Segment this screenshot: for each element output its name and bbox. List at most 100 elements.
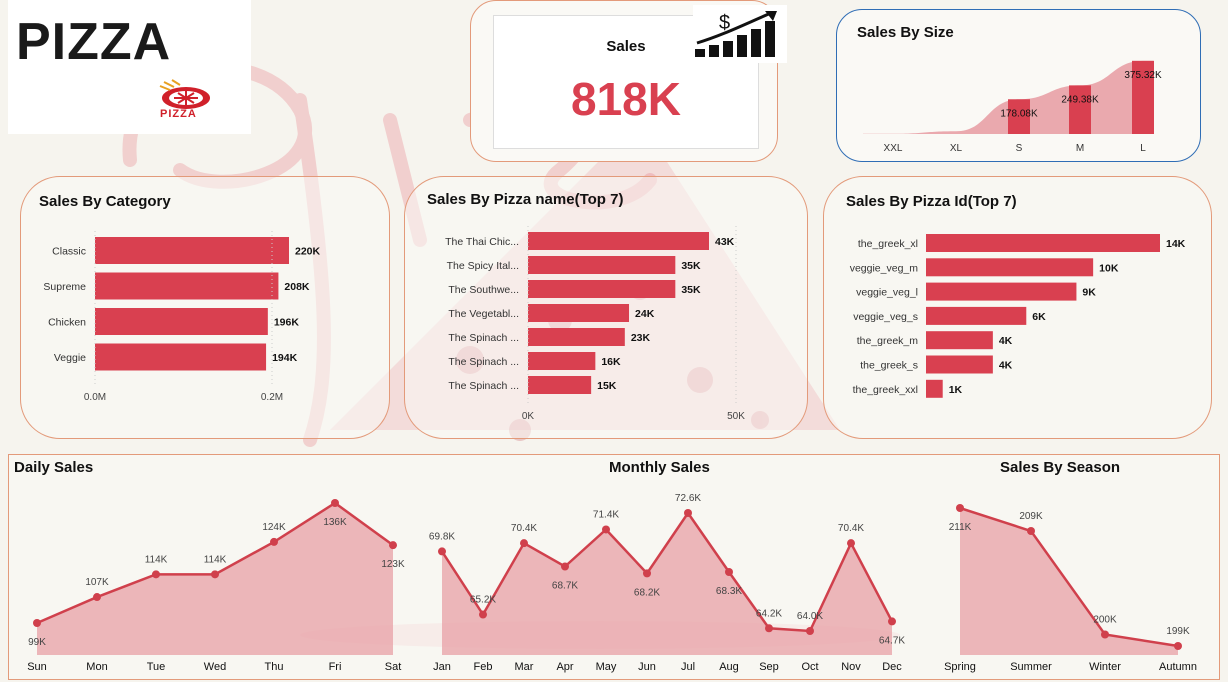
bar-3 — [926, 306, 1027, 325]
monthly-data-label: 70.4K — [511, 523, 537, 534]
bar-category-label: the_greek_s — [860, 360, 918, 372]
monthly-point — [643, 569, 651, 578]
bar-3 — [528, 304, 630, 322]
monthly-tick-label: Sep — [759, 661, 779, 673]
bar-category-label: The Spicy Ital... — [447, 260, 519, 272]
sales-by-pizza-name-card: Sales By Pizza name(Top 7) The Thai Chic… — [404, 176, 808, 439]
bar-data-label: 1K — [949, 384, 963, 396]
monthly-tick-label: Feb — [474, 661, 493, 673]
bar-0 — [528, 232, 709, 250]
bar-category-label: veggie_veg_s — [853, 311, 918, 323]
bar-4 — [926, 331, 993, 350]
bar-data-label: 10K — [1099, 262, 1119, 274]
daily-point — [389, 541, 397, 550]
size-tick-label: M — [1076, 143, 1084, 154]
monthly-point — [725, 568, 733, 576]
monthly-tick-label: May — [596, 661, 617, 673]
bar-category-label: veggie_veg_l — [856, 287, 918, 299]
monthly-data-label: 71.4K — [593, 509, 619, 520]
daily-point — [93, 593, 101, 602]
bar-category-label: Supreme — [43, 281, 86, 293]
monthly-point — [520, 539, 528, 548]
bar-category-label: The Spinach ... — [448, 380, 519, 392]
bar-data-label: 14K — [1166, 238, 1186, 250]
time-series-charts: 99K Sun 107K Mon 114K Tue 114K Wed 124K Thu 136K Fr… — [27, 493, 1197, 673]
daily-tick-label: Fri — [329, 661, 342, 673]
season-point — [956, 504, 964, 512]
daily-point — [33, 619, 41, 627]
bar-data-label: 4K — [999, 360, 1013, 372]
category-chart: Classic 220K Supreme 208K Chicken 196K Veggie 1… — [43, 231, 321, 403]
daily-tick-label: Sun — [27, 661, 47, 673]
bar-data-label: 24K — [635, 308, 655, 320]
monthly-data-label: 64.0K — [797, 611, 823, 622]
daily-data-label: 136K — [323, 517, 347, 528]
season-area — [960, 508, 1178, 655]
sales-by-size-card: Sales By Size XXL XL 178.08K S 249.38K M 375.3… — [836, 9, 1201, 162]
bar-2 — [528, 280, 676, 298]
bar-data-label: 43K — [715, 236, 735, 248]
bar-data-label: 4K — [999, 335, 1013, 347]
bar-1 — [528, 256, 676, 274]
season-point — [1174, 642, 1182, 650]
monthly-data-label: 72.6K — [675, 493, 701, 504]
bar-category-label: The Spinach ... — [448, 332, 519, 344]
daily-tick-label: Tue — [147, 661, 166, 673]
time-series-card: Daily Sales Monthly Sales Sales By Seaso… — [8, 454, 1220, 680]
bar-category-label: Chicken — [48, 317, 86, 329]
size-chart: XXL XL 178.08K S 249.38K M 375.32K L — [863, 60, 1162, 154]
monthly-point — [765, 624, 773, 633]
bar-2 — [926, 282, 1077, 301]
season-data-label: 200K — [1093, 615, 1117, 626]
monthly-tick-label: Aug — [719, 661, 739, 673]
daily-data-label: 123K — [381, 559, 405, 570]
monthly-data-label: 68.7K — [552, 581, 578, 592]
bar-data-label: 16K — [601, 356, 621, 368]
brand-sub-label: PIZZA — [160, 108, 197, 120]
bar-category-label: The Vegetabl... — [448, 308, 519, 320]
daily-point — [270, 537, 278, 546]
axis-tick-label: 0K — [522, 411, 535, 422]
size-tick-label: XXL — [884, 143, 903, 154]
bar-6 — [528, 376, 592, 394]
season-tick-label: Spring — [944, 661, 976, 673]
size-data-label: 178.08K — [1000, 108, 1038, 119]
monthly-tick-label: Jun — [638, 661, 656, 673]
season-data-label: 199K — [1166, 626, 1190, 637]
bar-data-label: 208K — [284, 281, 310, 293]
size-tick-label: XL — [950, 143, 963, 154]
monthly-tick-label: Apr — [556, 661, 573, 673]
bar-data-label: 194K — [272, 352, 298, 364]
bar-data-label: 6K — [1032, 311, 1046, 323]
daily-data-label: 114K — [204, 554, 227, 565]
season-tick-label: Autumn — [1159, 661, 1197, 673]
daily-tick-label: Wed — [204, 661, 226, 673]
bar-category-label: The Spinach ... — [448, 356, 519, 368]
bar-data-label: 35K — [681, 260, 701, 272]
monthly-point — [806, 627, 814, 635]
pizza-name-chart: The Thai Chic... 43K The Spicy Ital... 35K T… — [445, 226, 745, 422]
bar-1 — [95, 272, 279, 300]
season-data-label: 209K — [1019, 511, 1043, 522]
bar-category-label: The Southwe... — [448, 284, 519, 296]
bar-category-label: Classic — [52, 246, 86, 258]
sales-by-pizza-id-card: Sales By Pizza Id(Top 7) the_greek_xl 14K… — [823, 176, 1212, 439]
bar-data-label: 35K — [681, 284, 701, 296]
monthly-point — [438, 547, 446, 556]
season-data-label: 211K — [949, 522, 972, 533]
daily-data-label: 99K — [28, 637, 46, 648]
bar-data-label: 15K — [597, 380, 617, 392]
dollar-growth-bars-icon: $ — [693, 5, 787, 63]
bar-4 — [528, 328, 625, 346]
bar-0 — [926, 234, 1160, 252]
daily-point — [152, 570, 160, 579]
monthly-data-label: 70.4K — [838, 523, 864, 534]
axis-tick-label: 50K — [727, 411, 745, 422]
monthly-point — [602, 525, 610, 534]
bar-1 — [926, 258, 1094, 277]
monthly-tick-label: Jan — [433, 661, 451, 673]
daily-point — [211, 570, 219, 579]
axis-tick-label: 0.0M — [84, 392, 106, 403]
season-tick-label: Winter — [1089, 661, 1121, 673]
sales-kpi-card: Sales 818K $ — [470, 0, 787, 162]
